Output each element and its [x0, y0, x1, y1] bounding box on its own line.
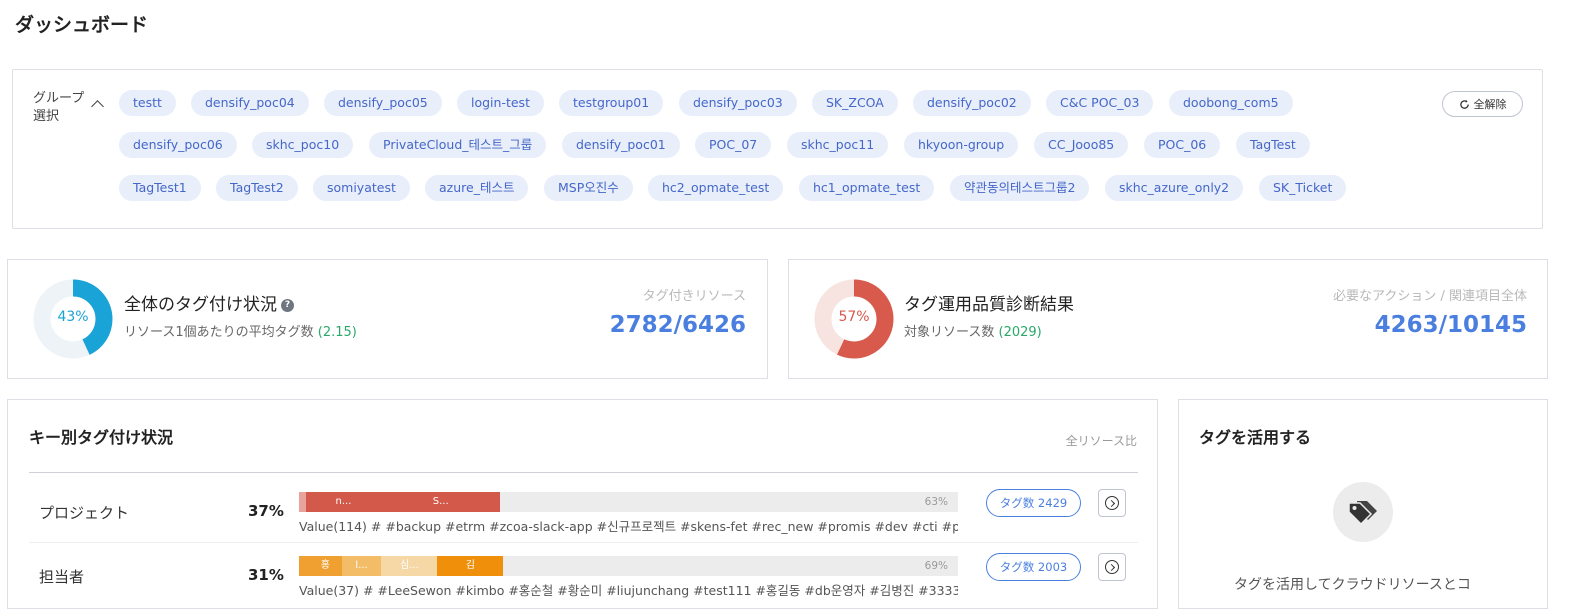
- bar-segment[interactable]: 홍: [308, 556, 342, 576]
- tagged-resources-value: 2782/6426: [609, 312, 746, 338]
- row-divider: [29, 542, 1138, 543]
- quality-donut-chart: 57%: [814, 279, 894, 359]
- tag-usage-text: タグを活用してクラウドリソースとコ: [1234, 577, 1471, 593]
- chevron-up-icon[interactable]: [91, 100, 104, 113]
- key-tagging-title: キー別タグ付け状況: [29, 428, 174, 447]
- key-tag-bar: 홍 l... 심... 김 69%: [299, 556, 958, 576]
- group-chip[interactable]: C&C POC_03: [1046, 90, 1154, 116]
- group-chip[interactable]: densify_poc01: [562, 132, 680, 158]
- clear-all-button[interactable]: 全解除: [1442, 91, 1523, 117]
- group-chip[interactable]: azure_테스트: [425, 175, 529, 201]
- group-chip[interactable]: densify_poc02: [913, 90, 1031, 116]
- arrow-right-circle-icon: [1105, 496, 1119, 510]
- bar-segment[interactable]: [299, 492, 306, 512]
- group-chip[interactable]: MSP오진수: [544, 175, 633, 201]
- group-chip[interactable]: 약관동의테스트그룹2: [950, 175, 1090, 201]
- group-chip[interactable]: densify_poc03: [679, 90, 797, 116]
- group-chip[interactable]: densify_poc05: [324, 90, 442, 116]
- tagging-donut-chart: 43%: [33, 279, 113, 359]
- group-chip[interactable]: somiyatest: [313, 175, 410, 201]
- group-chip[interactable]: CC_Jooo85: [1034, 132, 1129, 158]
- group-filter-label[interactable]: グループ 選択: [33, 90, 84, 126]
- group-chip[interactable]: doobong_com5: [1169, 90, 1293, 116]
- key-name: 担当者: [39, 568, 85, 586]
- group-chip[interactable]: TagTest2: [216, 175, 298, 201]
- group-chip[interactable]: SK_ZCOA: [812, 90, 898, 116]
- group-chip[interactable]: densify_poc06: [119, 132, 237, 158]
- tagging-overview-title: 全体のタグ付け状況?: [124, 290, 294, 315]
- arrow-right-circle-icon: [1105, 560, 1119, 574]
- group-filter-panel: グループ 選択 testt densify_poc04 densify_poc05 l…: [12, 69, 1543, 229]
- avg-tags-text: リソース1個あたりの平均タグ数 (2.15): [124, 325, 357, 340]
- bar-percent: 69%: [924, 560, 948, 572]
- question-icon[interactable]: ?: [281, 298, 294, 312]
- group-chip[interactable]: hc1_opmate_test: [799, 175, 935, 201]
- refresh-icon: [1459, 99, 1469, 109]
- group-chip[interactable]: hc2_opmate_test: [648, 175, 784, 201]
- ratio-label: 全リソース比: [1065, 434, 1137, 448]
- tagged-resources-label: タグ付きリソース: [642, 289, 746, 304]
- required-actions-label: 必要なアクション / 関連項目全体: [1333, 289, 1527, 304]
- tag-usage-title: タグを活用する: [1199, 428, 1312, 447]
- bar-segment[interactable]: n...: [305, 492, 382, 512]
- open-detail-button[interactable]: [1098, 489, 1126, 517]
- key-name: プロジェクト: [39, 504, 130, 522]
- bar-segment[interactable]: l...: [341, 556, 382, 576]
- group-chip[interactable]: skhc_poc11: [787, 132, 889, 158]
- tags-icon: [1333, 482, 1393, 542]
- open-detail-button[interactable]: [1098, 553, 1126, 581]
- quality-overview-card: 57% タグ運用品質診断結果 対象リソース数 (2029) 必要なアクション /…: [788, 259, 1548, 379]
- group-chip[interactable]: hkyoon-group: [904, 132, 1019, 158]
- bar-segment[interactable]: 김: [437, 556, 504, 576]
- quality-percent: 57%: [838, 309, 870, 325]
- bar-segment[interactable]: 심...: [381, 556, 438, 576]
- group-chip[interactable]: densify_poc04: [191, 90, 309, 116]
- tag-count-button[interactable]: タグ数 2003: [986, 553, 1081, 581]
- tag-count-button[interactable]: タグ数 2429: [986, 489, 1081, 517]
- tagging-percent: 43%: [57, 309, 89, 325]
- group-chip[interactable]: skhc_azure_only2: [1105, 175, 1244, 201]
- quality-overview-title: タグ運用品質診断結果: [904, 295, 1074, 315]
- tag-usage-panel: タグを活用する タグを活用してクラウドリソースとコ: [1178, 399, 1548, 609]
- group-chip[interactable]: testt: [119, 90, 176, 116]
- key-tag-bar: n... S... 63%: [299, 492, 958, 512]
- bar-segment[interactable]: S...: [381, 492, 500, 512]
- group-chip[interactable]: login-test: [457, 90, 544, 116]
- page-title: ダッシュボード: [15, 14, 149, 36]
- group-chip[interactable]: POC_06: [1144, 132, 1221, 158]
- group-chip[interactable]: SK_Ticket: [1259, 175, 1347, 201]
- key-tagging-panel: キー別タグ付け状況 全リソース比 プロジェクト 37% n... S... 63% Val…: [7, 399, 1158, 609]
- group-chip[interactable]: TagTest: [1236, 132, 1310, 158]
- target-resources-text: 対象リソース数 (2029): [904, 325, 1042, 340]
- required-actions-value: 4263/10145: [1374, 312, 1527, 338]
- bar-segment[interactable]: [299, 556, 309, 576]
- group-chip[interactable]: testgroup01: [559, 90, 664, 116]
- group-chip[interactable]: skhc_poc10: [252, 132, 354, 158]
- key-values: Value(114) # #backup #etrm #zcoa-slack-a…: [299, 519, 958, 534]
- bar-percent: 63%: [924, 496, 948, 508]
- header-divider: [29, 472, 1138, 473]
- key-values: Value(37) # #LeeSewon #kimbo #홍순철 #황순미 #…: [299, 583, 958, 598]
- group-chip[interactable]: PrivateCloud_테스트_그룹: [369, 132, 547, 158]
- key-untagged-percent: 31%: [248, 566, 284, 584]
- tagging-overview-card: 43% 全体のタグ付け状況? リソース1個あたりの平均タグ数 (2.15) タグ…: [7, 259, 768, 379]
- key-untagged-percent: 37%: [248, 502, 284, 520]
- group-chip[interactable]: TagTest1: [119, 175, 201, 201]
- group-chip[interactable]: POC_07: [695, 132, 772, 158]
